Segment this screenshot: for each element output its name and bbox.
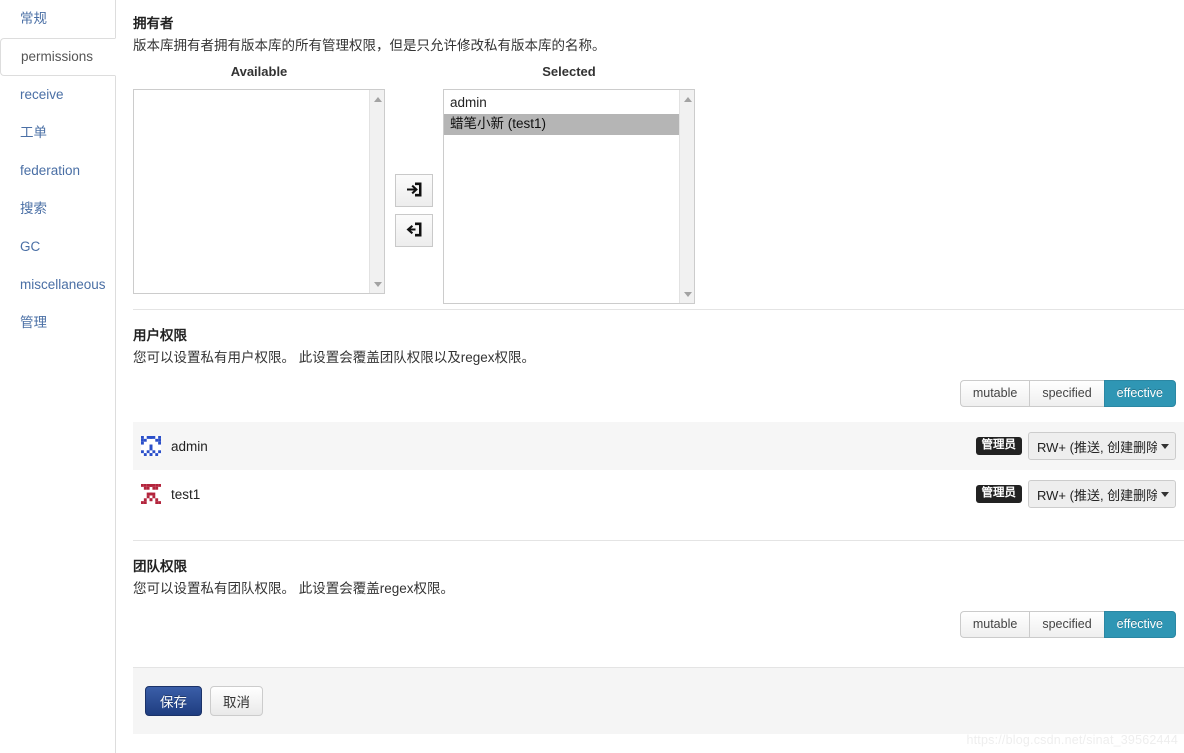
view-mode-specified[interactable]: specified	[1029, 380, 1104, 407]
permissions-settings-page: 常规 permissions receive 工单 federation 搜索 GC misc…	[0, 0, 1184, 753]
permission-row: test1 管理员 RW+ (推送, 创建删除	[133, 470, 1184, 518]
identicon-blue-avatar	[141, 436, 161, 456]
selected-listbox[interactable]: admin 蜡笔小新 (test1)	[443, 89, 695, 304]
available-options[interactable]	[134, 90, 369, 293]
row-controls: 管理员 RW+ (推送, 创建删除	[975, 432, 1176, 460]
chevron-down-icon	[1161, 443, 1169, 449]
sidebar-item-1[interactable]: permissions	[0, 38, 116, 76]
transfer-buttons	[395, 174, 433, 247]
add-to-selected-button[interactable]	[395, 174, 433, 207]
save-button[interactable]: 保存	[145, 686, 202, 716]
owner-section-header: 拥有者 版本库拥有者拥有版本库的所有管理权限，但是只允许修改私有版本库的名称。	[133, 0, 1184, 54]
settings-sidebar: 常规 permissions receive 工单 federation 搜索 GC misc…	[0, 0, 116, 753]
row-controls: 管理员 RW+ (推送, 创建删除	[975, 480, 1176, 508]
arrow-return-icon	[406, 221, 423, 241]
permission-select-value: RW+ (推送, 创建删除	[1037, 487, 1157, 503]
sidebar-item-6[interactable]: GC	[0, 228, 115, 266]
owner-description: 版本库拥有者拥有版本库的所有管理权限，但是只允许修改私有版本库的名称。	[133, 38, 606, 53]
list-option[interactable]: admin	[444, 93, 679, 114]
user-name: test1	[171, 486, 201, 502]
scroll-up-icon[interactable]	[370, 92, 384, 106]
user-permissions-header: 用户权限 您可以设置私有用户权限。 此设置会覆盖团队权限以及regex权限。	[133, 310, 1184, 366]
sidebar-item-0[interactable]: 常规	[0, 0, 115, 38]
available-column-label: Available	[230, 64, 288, 79]
scroll-down-icon[interactable]	[370, 277, 384, 291]
sidebar-item-5[interactable]: 搜索	[0, 190, 115, 228]
main-content: 拥有者 版本库拥有者拥有版本库的所有管理权限，但是只允许修改私有版本库的名称。 …	[133, 0, 1184, 753]
user-permission-rows: admin 管理员 RW+ (推送, 创建删除 test1 管理员 RW+ (推送, 创建…	[133, 422, 1184, 518]
available-scrollbar[interactable]	[369, 90, 384, 293]
sidebar-item-4[interactable]: federation	[0, 152, 115, 190]
user-permissions-toolbar: mutable specified effective	[133, 380, 1184, 414]
list-option[interactable]: 蜡笔小新 (test1)	[444, 114, 679, 135]
team-permissions-toolbar: mutable specified effective	[133, 611, 1184, 645]
owner-title: 拥有者	[133, 16, 174, 31]
sidebar-item-3[interactable]: 工单	[0, 114, 115, 152]
view-mode-specified[interactable]: specified	[1029, 611, 1104, 638]
team-permissions-description: 您可以设置私有团队权限。 此设置会覆盖regex权限。	[133, 581, 455, 596]
permission-row: admin 管理员 RW+ (推送, 创建删除	[133, 422, 1184, 470]
user-permissions-description: 您可以设置私有用户权限。 此设置会覆盖团队权限以及regex权限。	[133, 350, 536, 365]
user-view-mode-group: mutable specified effective	[959, 380, 1176, 407]
permission-select-value: RW+ (推送, 创建删除	[1037, 439, 1157, 455]
scroll-down-icon[interactable]	[680, 287, 694, 301]
selected-options[interactable]: admin 蜡笔小新 (test1)	[444, 90, 679, 303]
view-mode-mutable[interactable]: mutable	[959, 380, 1030, 407]
permission-select[interactable]: RW+ (推送, 创建删除	[1028, 480, 1176, 508]
permission-select[interactable]: RW+ (推送, 创建删除	[1028, 432, 1176, 460]
user-permissions-title: 用户权限	[133, 328, 187, 343]
form-footer: 保存 取消	[133, 667, 1184, 734]
remove-from-selected-button[interactable]	[395, 214, 433, 247]
sidebar-item-8[interactable]: 管理	[0, 304, 115, 342]
user-name: admin	[171, 438, 208, 454]
selected-scrollbar[interactable]	[679, 90, 694, 303]
team-view-mode-group: mutable specified effective	[959, 611, 1176, 638]
role-badge: 管理员	[975, 484, 1022, 504]
selected-column-label: Selected	[542, 64, 596, 79]
watermark-text: https://blog.csdn.net/sinat_39562444	[966, 733, 1178, 747]
owner-dual-list: Available Selected admin 蜡笔小新 (test1)	[133, 64, 1184, 309]
available-listbox[interactable]	[133, 89, 385, 294]
view-mode-effective[interactable]: effective	[1103, 611, 1176, 638]
role-badge: 管理员	[975, 436, 1022, 456]
team-permissions-header: 团队权限 您可以设置私有团队权限。 此设置会覆盖regex权限。	[133, 541, 1184, 597]
arrow-into-box-icon	[406, 181, 423, 201]
cancel-button[interactable]: 取消	[210, 686, 263, 716]
view-mode-effective[interactable]: effective	[1103, 380, 1176, 407]
sidebar-item-7[interactable]: miscellaneous	[0, 266, 115, 304]
team-permissions-title: 团队权限	[133, 559, 187, 574]
sidebar-item-2[interactable]: receive	[0, 76, 115, 114]
identicon-red-avatar	[141, 484, 161, 504]
chevron-down-icon	[1161, 491, 1169, 497]
scroll-up-icon[interactable]	[680, 92, 694, 106]
view-mode-mutable[interactable]: mutable	[959, 611, 1030, 638]
